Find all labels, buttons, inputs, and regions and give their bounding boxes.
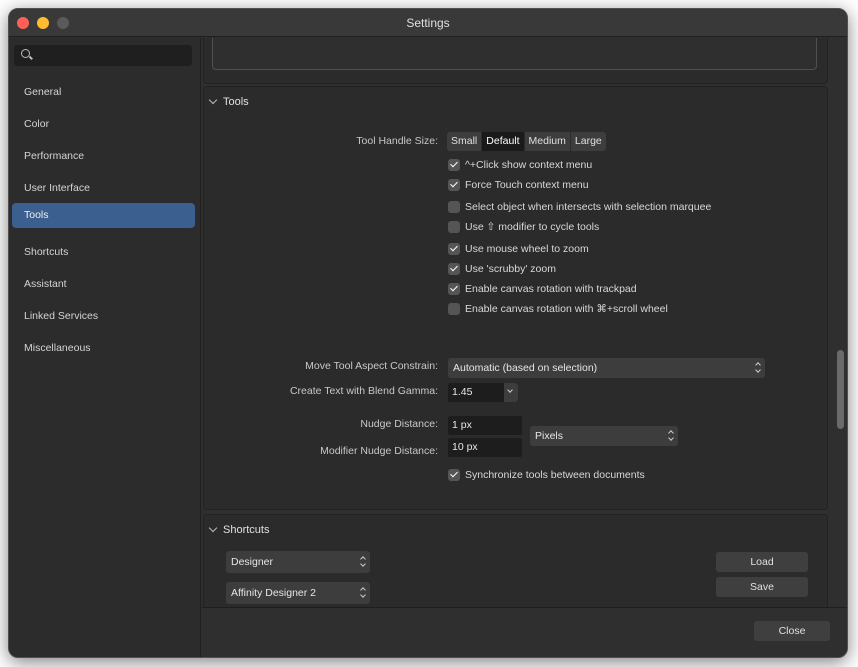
scrollbar-track[interactable] [834, 38, 847, 608]
window-title: Settings [406, 16, 450, 30]
move-tool-constrain-label: Move Tool Aspect Constrain: [305, 360, 438, 372]
shortcuts-preset-value: Affinity Designer 2 [231, 587, 317, 599]
checkbox-label: Synchronize tools between documents [465, 469, 645, 481]
chevron-down-icon[interactable] [504, 383, 518, 402]
checkbox-select-intersects-marquee[interactable]: Select object when intersects with selec… [448, 200, 711, 214]
sidebar: General Color Performance User Interface… [9, 38, 201, 657]
tools-section-header[interactable]: Tools [208, 95, 249, 108]
search-input[interactable] [14, 45, 192, 66]
checkbox[interactable] [448, 159, 460, 171]
footer: Close [202, 607, 847, 657]
load-button[interactable]: Load [716, 552, 808, 572]
handle-size-medium[interactable]: Medium [525, 132, 571, 151]
shortcuts-preset-select[interactable]: Affinity Designer 2 [226, 582, 370, 604]
checkbox-shift-cycle-tools[interactable]: Use ⇧ modifier to cycle tools [448, 220, 599, 234]
checkbox[interactable] [448, 221, 460, 233]
sidebar-item-shortcuts[interactable]: Shortcuts [12, 240, 195, 265]
checkbox-label: Enable canvas rotation with ⌘+scroll whe… [465, 303, 668, 315]
sidebar-item-assistant[interactable]: Assistant [12, 272, 195, 297]
checkbox-synchronize-tools[interactable]: Synchronize tools between documents [448, 468, 645, 482]
modifier-nudge-distance-input[interactable]: 10 px [448, 438, 522, 457]
blend-gamma-value: 1.45 [452, 386, 473, 398]
sidebar-item-color[interactable]: Color [12, 112, 195, 137]
shortcuts-app-value: Designer [231, 556, 274, 568]
checkbox-force-touch-context-menu[interactable]: Force Touch context menu [448, 178, 589, 192]
checkbox-label: ^+Click show context menu [465, 159, 593, 171]
move-tool-constrain-select[interactable]: Automatic (based on selection) [448, 358, 765, 378]
handle-size-large[interactable]: Large [571, 132, 606, 151]
handle-size-default[interactable]: Default [482, 132, 525, 151]
tools-heading: Tools [223, 96, 249, 108]
handle-size-small[interactable]: Small [447, 132, 483, 151]
blend-gamma-label: Create Text with Blend Gamma: [289, 385, 438, 397]
sidebar-item-performance[interactable]: Performance [12, 144, 195, 169]
shortcuts-app-select[interactable]: Designer [226, 551, 370, 573]
shortcuts-section: Shortcuts Designer Affinity Designer 2 L… [203, 514, 828, 607]
close-button[interactable]: Close [754, 621, 830, 641]
up-down-chevron-icon [668, 430, 674, 442]
move-tool-constrain-value: Automatic (based on selection) [453, 362, 598, 374]
checkbox[interactable] [448, 283, 460, 295]
checkbox[interactable] [448, 303, 460, 315]
checkbox-ctrl-click-context-menu[interactable]: ^+Click show context menu [448, 158, 592, 172]
checkbox-scrubby-zoom[interactable]: Use 'scrubby' zoom [448, 262, 556, 276]
up-down-chevron-icon [360, 587, 366, 599]
checkbox-label: Force Touch context menu [465, 179, 589, 191]
checkbox-label: Enable canvas rotation with trackpad [465, 283, 637, 295]
previous-section-panel [203, 38, 828, 84]
nudge-distance-input[interactable]: 1 px [448, 416, 522, 435]
modifier-nudge-distance-label: Modifier Nudge Distance: [320, 445, 438, 457]
settings-window: Settings General Color Performance User … [8, 8, 848, 658]
units-select[interactable]: Pixels [530, 426, 678, 446]
checkbox-label: Use ⇧ modifier to cycle tools [465, 221, 600, 233]
tool-handle-size-label: Tool Handle Size: [356, 135, 438, 147]
units-value: Pixels [535, 430, 564, 442]
checkbox[interactable] [448, 243, 460, 255]
checkbox-mouse-wheel-zoom[interactable]: Use mouse wheel to zoom [448, 242, 589, 256]
checkbox-label: Select object when intersects with selec… [465, 201, 712, 213]
titlebar: Settings [9, 9, 847, 37]
checkbox-canvas-rotation-scroll[interactable]: Enable canvas rotation with ⌘+scroll whe… [448, 302, 668, 316]
settings-content: Tools Tool Handle Size: Small Default Me… [202, 38, 847, 607]
tools-section: Tools Tool Handle Size: Small Default Me… [203, 86, 828, 510]
shortcuts-section-header[interactable]: Shortcuts [208, 523, 270, 536]
up-down-chevron-icon [755, 362, 761, 374]
scrollbar-thumb[interactable] [837, 350, 844, 429]
sidebar-item-general[interactable]: General [12, 80, 195, 105]
sidebar-item-linked-services[interactable]: Linked Services [12, 304, 195, 329]
save-button[interactable]: Save [716, 577, 808, 597]
chevron-down-icon [208, 523, 218, 533]
checkbox[interactable] [448, 469, 460, 481]
checkbox-label: Use mouse wheel to zoom [465, 243, 589, 255]
up-down-chevron-icon [360, 556, 366, 568]
previous-section-box [212, 38, 817, 70]
chevron-down-icon [208, 95, 218, 105]
checkbox-canvas-rotation-trackpad[interactable]: Enable canvas rotation with trackpad [448, 282, 637, 296]
blend-gamma-input[interactable]: 1.45 [448, 383, 518, 402]
checkbox[interactable] [448, 179, 460, 191]
sidebar-item-tools[interactable]: Tools [12, 203, 195, 228]
checkbox[interactable] [448, 263, 460, 275]
checkbox-label: Use 'scrubby' zoom [465, 263, 556, 275]
shortcuts-heading: Shortcuts [223, 524, 270, 536]
sidebar-item-miscellaneous[interactable]: Miscellaneous [12, 336, 195, 361]
checkbox[interactable] [448, 201, 460, 213]
sidebar-item-user-interface[interactable]: User Interface [12, 176, 195, 201]
tool-handle-size-segmented: Small Default Medium Large [447, 132, 606, 151]
nudge-distance-label: Nudge Distance: [360, 418, 438, 430]
search-icon [21, 49, 30, 58]
